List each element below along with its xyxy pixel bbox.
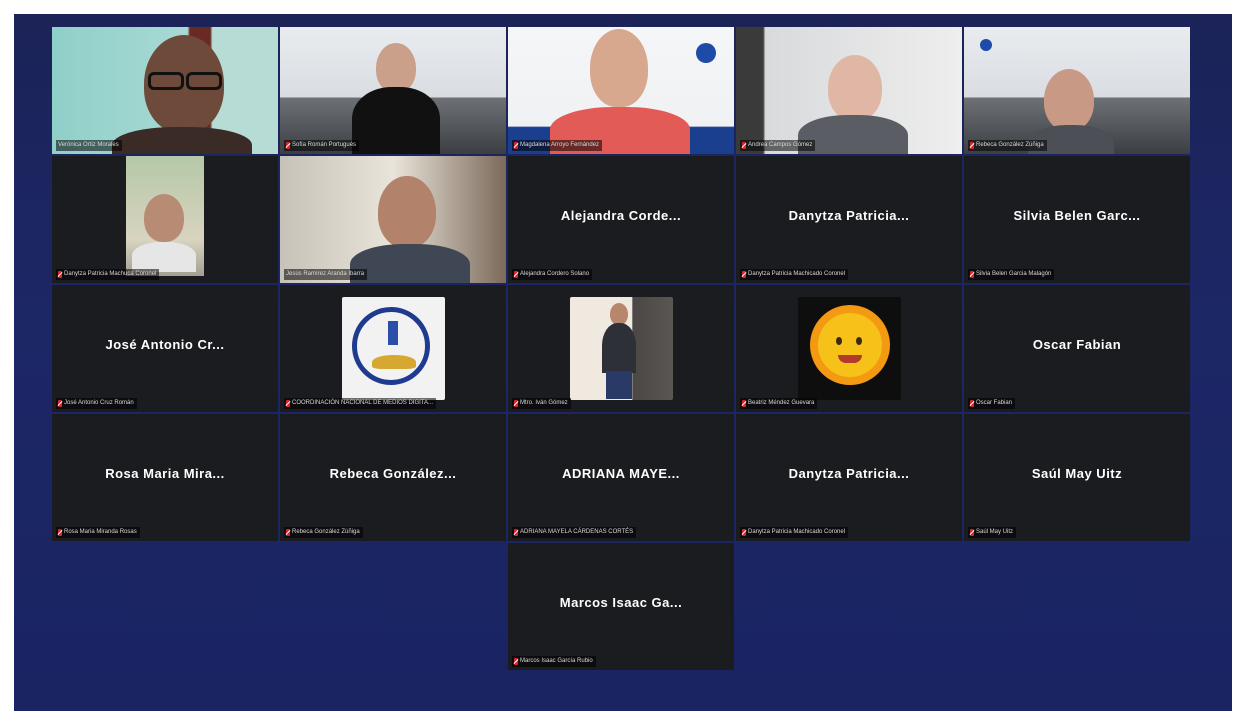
participant-tile[interactable]: Mtro. Iván Gómez — [508, 285, 734, 412]
participant-name-tag: Magdalena Arroyo Fernández — [512, 140, 603, 151]
participant-tile[interactable]: Danytza Patricia... Danytza Patricia Mac… — [736, 156, 962, 283]
participant-avatar — [570, 297, 673, 400]
participant-tile[interactable]: COORDINACIÓN NACIONAL DE MEDIOS DIGITA..… — [280, 285, 506, 412]
participant-name-tag: Alejandra Cordero Solano — [512, 269, 593, 280]
mic-muted-icon — [514, 271, 518, 278]
participant-name-tag: Verónica Ortiz Morales — [56, 140, 122, 151]
participant-video — [964, 27, 1190, 154]
participant-avatar — [342, 297, 445, 400]
participant-name-tag: José Antonio Cruz Román — [56, 398, 137, 409]
participant-video — [280, 156, 506, 283]
participant-tile[interactable]: Danytza Patricia Machuca Coronel — [52, 156, 278, 283]
mic-muted-icon — [286, 142, 290, 149]
participant-display-name: Rebeca González... — [329, 466, 457, 481]
participant-name-tag: Oscar Fabian — [968, 398, 1016, 409]
participant-tile[interactable]: Rebeca González... Rebeca González Zúñig… — [280, 414, 506, 541]
participant-name-tag: Danytza Patricia Machuca Coronel — [56, 269, 160, 280]
participant-video — [736, 27, 962, 154]
participant-name-tag: Danytza Patricia Machicado Coronel — [740, 269, 849, 280]
mic-muted-icon — [742, 400, 746, 407]
participant-name-tag: Andrea Campos Gómez — [740, 140, 816, 151]
mic-muted-icon — [742, 142, 746, 149]
participant-name-tag: ADRIANA MAYELA CÁRDENAS CORTÉS — [512, 527, 637, 538]
participant-avatar — [798, 297, 901, 400]
participant-display-name: Marcos Isaac Ga... — [559, 595, 683, 610]
participant-display-name: Danytza Patricia... — [788, 466, 910, 481]
participant-tile[interactable]: Marcos Isaac Ga... Marcos Isaac García R… — [508, 543, 734, 670]
participant-name-tag: Saúl May Uitz — [968, 527, 1017, 538]
participant-video — [52, 27, 278, 154]
mic-muted-icon — [742, 529, 746, 536]
participant-name-tag: Rebeca González Zúñiga — [284, 527, 363, 538]
participant-tile[interactable]: Jesús Ramírez Aranda Ibarra — [280, 156, 506, 283]
mic-muted-icon — [58, 271, 62, 278]
participant-video — [280, 27, 506, 154]
participant-name-tag: COORDINACIÓN NACIONAL DE MEDIOS DIGITA..… — [284, 398, 437, 409]
mic-muted-icon — [58, 529, 62, 536]
participant-tile[interactable]: Saúl May Uitz Saúl May Uitz — [964, 414, 1190, 541]
participant-tile[interactable]: José Antonio Cr... José Antonio Cruz Rom… — [52, 285, 278, 412]
participant-name-tag: Rebeca González Zúñiga — [968, 140, 1047, 151]
participant-display-name: Oscar Fabian — [1032, 337, 1122, 352]
participant-tile[interactable]: Silvia Belen Garc... Silvia Belen Garcia… — [964, 156, 1190, 283]
mic-muted-icon — [514, 400, 518, 407]
participant-display-name: Danytza Patricia... — [788, 208, 910, 223]
participant-name-tag: Silvia Belen Garcia Malagón — [968, 269, 1055, 280]
mic-muted-icon — [286, 529, 290, 536]
mic-muted-icon — [58, 400, 62, 407]
participant-tile[interactable]: Alejandra Corde... Alejandra Cordero Sol… — [508, 156, 734, 283]
meeting-gallery-view: Verónica Ortiz Morales Sofía Román Portu… — [14, 14, 1232, 711]
participant-display-name: Alejandra Corde... — [560, 208, 682, 223]
mic-muted-icon — [286, 400, 290, 407]
participant-tile[interactable]: Sofía Román Portugués — [280, 27, 506, 154]
participant-tile[interactable]: Magdalena Arroyo Fernández — [508, 27, 734, 154]
mic-muted-icon — [742, 271, 746, 278]
participant-name-tag: Marcos Isaac García Rubio — [512, 656, 596, 667]
participant-display-name: Saúl May Uitz — [1031, 466, 1123, 481]
mic-muted-icon — [970, 529, 974, 536]
participant-display-name: Rosa Maria Mira... — [105, 466, 225, 481]
mic-muted-icon — [514, 529, 518, 536]
participant-name-tag: Beatriz Méndez Guevara — [740, 398, 818, 409]
mic-muted-icon — [970, 400, 974, 407]
participant-tile[interactable]: Oscar Fabian Oscar Fabian — [964, 285, 1190, 412]
participant-name-tag: Rosa Maria Miranda Rosas — [56, 527, 140, 538]
participant-tile[interactable]: Verónica Ortiz Morales — [52, 27, 278, 154]
mic-muted-icon — [970, 271, 974, 278]
participant-tile[interactable]: Beatriz Méndez Guevara — [736, 285, 962, 412]
participant-video — [52, 156, 278, 283]
mic-muted-icon — [514, 142, 518, 149]
participant-display-name: José Antonio Cr... — [105, 337, 225, 352]
mic-muted-icon — [514, 658, 518, 665]
participant-tile[interactable]: Rosa Maria Mira... Rosa Maria Miranda Ro… — [52, 414, 278, 541]
participant-name-tag: Sofía Román Portugués — [284, 140, 360, 151]
participant-tile[interactable]: ADRIANA MAYE... ADRIANA MAYELA CÁRDENAS … — [508, 414, 734, 541]
participant-name-tag: Mtro. Iván Gómez — [512, 398, 571, 409]
participant-tile[interactable]: Danytza Patricia... Danytza Patricia Mac… — [736, 414, 962, 541]
participant-tile[interactable]: Andrea Campos Gómez — [736, 27, 962, 154]
participant-display-name: ADRIANA MAYE... — [562, 466, 680, 481]
participant-tile[interactable]: Rebeca González Zúñiga — [964, 27, 1190, 154]
mic-muted-icon — [970, 142, 974, 149]
participant-display-name: Silvia Belen Garc... — [1013, 208, 1141, 223]
participant-name-tag: Jesús Ramírez Aranda Ibarra — [284, 269, 368, 280]
participant-video — [508, 27, 734, 154]
participant-name-tag: Danytza Patricia Machicado Coronel — [740, 527, 849, 538]
